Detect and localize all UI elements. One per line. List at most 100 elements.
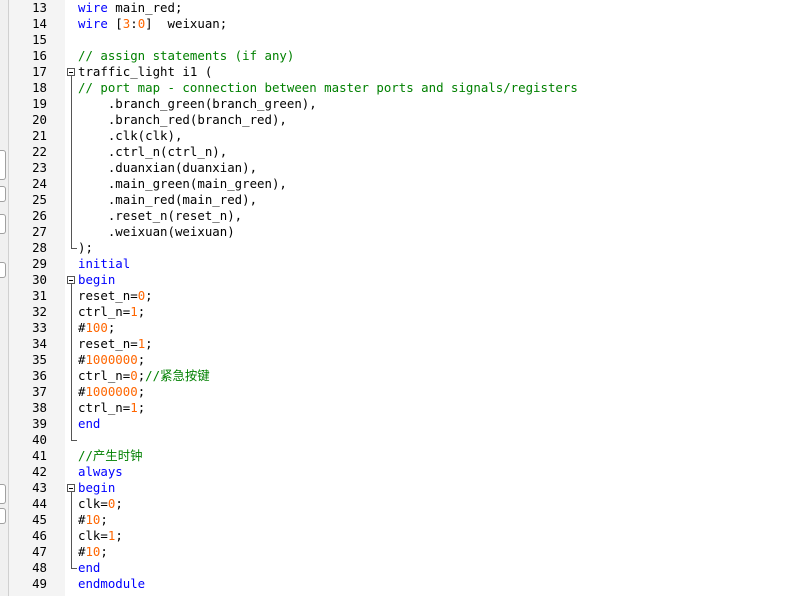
- side-panel-control[interactable]: [0, 186, 6, 202]
- code-line[interactable]: // assign statements (if any): [78, 48, 294, 64]
- line-number: 49: [32, 576, 47, 591]
- code-token: initial: [78, 256, 131, 271]
- code-line[interactable]: reset_n=1;: [78, 336, 153, 352]
- code-line[interactable]: endmodule: [78, 576, 145, 592]
- code-token: 1000000: [85, 352, 138, 367]
- fold-toggle-icon[interactable]: [67, 276, 75, 284]
- code-line[interactable]: .main_green(main_green),: [78, 176, 287, 192]
- code-line[interactable]: .main_red(main_red),: [78, 192, 257, 208]
- code-token: .ctrl_n(ctrl_n),: [78, 144, 228, 159]
- code-token: ;: [145, 336, 153, 351]
- code-token: ;: [100, 544, 108, 559]
- code-line[interactable]: clk=1;: [78, 528, 123, 544]
- side-panel-control[interactable]: [0, 484, 6, 504]
- code-token: .clk(clk),: [78, 128, 183, 143]
- code-token: .duanxian(duanxian),: [78, 160, 258, 175]
- code-token: .branch_green(branch_green),: [78, 96, 317, 111]
- side-panel-control[interactable]: [0, 508, 6, 524]
- code-line[interactable]: .duanxian(duanxian),: [78, 160, 257, 176]
- side-panel-control[interactable]: [0, 150, 6, 180]
- code-token: main_red;: [107, 0, 183, 15]
- code-token: 10: [85, 544, 101, 559]
- code-token: 0: [130, 368, 138, 383]
- fold-range-line: [71, 284, 72, 440]
- code-token: clk=: [78, 528, 108, 543]
- code-line[interactable]: .reset_n(reset_n),: [78, 208, 242, 224]
- code-token: //产生时钟: [78, 448, 143, 463]
- fold-end-marker: [71, 248, 77, 249]
- line-number: 42: [32, 464, 47, 479]
- line-number: 48: [32, 560, 47, 575]
- line-number: 40: [32, 432, 47, 447]
- line-number: 36: [32, 368, 47, 383]
- code-line[interactable]: #10;: [78, 544, 108, 560]
- code-token: .weixuan(weixuan): [78, 224, 235, 239]
- code-line[interactable]: #10;: [78, 512, 108, 528]
- code-line[interactable]: end: [78, 416, 100, 432]
- code-line[interactable]: .weixuan(weixuan): [78, 224, 235, 240]
- code-line[interactable]: .ctrl_n(ctrl_n),: [78, 144, 227, 160]
- code-token: ctrl_n=: [78, 400, 131, 415]
- code-line[interactable]: // port map - connection between master …: [78, 80, 578, 96]
- code-token: 10: [85, 512, 101, 527]
- code-token: reset_n=: [78, 336, 138, 351]
- code-token: ;: [100, 512, 108, 527]
- code-line[interactable]: clk=0;: [78, 496, 123, 512]
- code-line[interactable]: begin: [78, 272, 115, 288]
- line-number: 20: [32, 112, 47, 127]
- line-number: 17: [32, 64, 47, 79]
- code-line[interactable]: ctrl_n=1;: [78, 304, 145, 320]
- fold-toggle-icon[interactable]: [67, 68, 75, 76]
- line-number: 43: [32, 480, 47, 495]
- code-line[interactable]: #100;: [78, 320, 115, 336]
- line-number: 24: [32, 176, 47, 191]
- code-token: ;: [107, 320, 116, 335]
- line-number: 22: [32, 144, 47, 159]
- code-line[interactable]: wire [3:0] weixuan;: [78, 16, 227, 32]
- side-panel-control[interactable]: [0, 262, 6, 278]
- line-number: 13: [32, 0, 47, 15]
- line-number: 25: [32, 192, 47, 207]
- side-panel-control[interactable]: [0, 214, 6, 234]
- code-token: //紧急按键: [145, 368, 210, 383]
- code-line[interactable]: initial: [78, 256, 130, 272]
- code-token: always: [78, 464, 123, 479]
- fold-end-marker: [71, 440, 77, 441]
- line-number: 34: [32, 336, 47, 351]
- code-line[interactable]: );: [78, 240, 93, 256]
- code-token: ;: [115, 496, 123, 511]
- code-line[interactable]: #1000000;: [78, 352, 145, 368]
- line-number: 38: [32, 400, 47, 415]
- line-number: 32: [32, 304, 47, 319]
- code-line[interactable]: ctrl_n=0;//紧急按键: [78, 368, 210, 384]
- code-token: [: [107, 16, 123, 31]
- code-editor[interactable]: wire main_red; wire [3:0] weixuan; // assi…: [78, 0, 807, 596]
- code-line[interactable]: .clk(clk),: [78, 128, 183, 144]
- line-number: 28: [32, 240, 47, 255]
- line-number: 15: [32, 32, 47, 47]
- code-line[interactable]: end: [78, 560, 100, 576]
- line-number: 27: [32, 224, 47, 239]
- code-token: ;: [145, 288, 153, 303]
- fold-toggle-icon[interactable]: [67, 484, 75, 492]
- code-token: 1: [130, 304, 138, 319]
- code-line[interactable]: .branch_green(branch_green),: [78, 96, 317, 112]
- code-line[interactable]: traffic_light i1 (: [78, 64, 212, 80]
- line-number: 23: [32, 160, 47, 175]
- code-line[interactable]: //产生时钟: [78, 448, 142, 464]
- code-line[interactable]: .branch_red(branch_red),: [78, 112, 287, 128]
- code-line[interactable]: reset_n=0;: [78, 288, 153, 304]
- code-token: wire: [78, 0, 108, 15]
- code-line[interactable]: begin: [78, 480, 115, 496]
- code-token: 1: [130, 400, 138, 415]
- line-number: 44: [32, 496, 47, 511]
- code-line[interactable]: always: [78, 464, 123, 480]
- code-line[interactable]: #1000000;: [78, 384, 145, 400]
- code-line[interactable]: ctrl_n=1;: [78, 400, 145, 416]
- code-token: .branch_red(branch_red),: [78, 112, 287, 127]
- code-token: endmodule: [78, 576, 146, 591]
- left-panel-edge: [0, 0, 9, 596]
- code-token: .main_green(main_green),: [78, 176, 287, 191]
- code-line[interactable]: wire main_red;: [78, 0, 182, 16]
- line-number: 30: [32, 272, 47, 287]
